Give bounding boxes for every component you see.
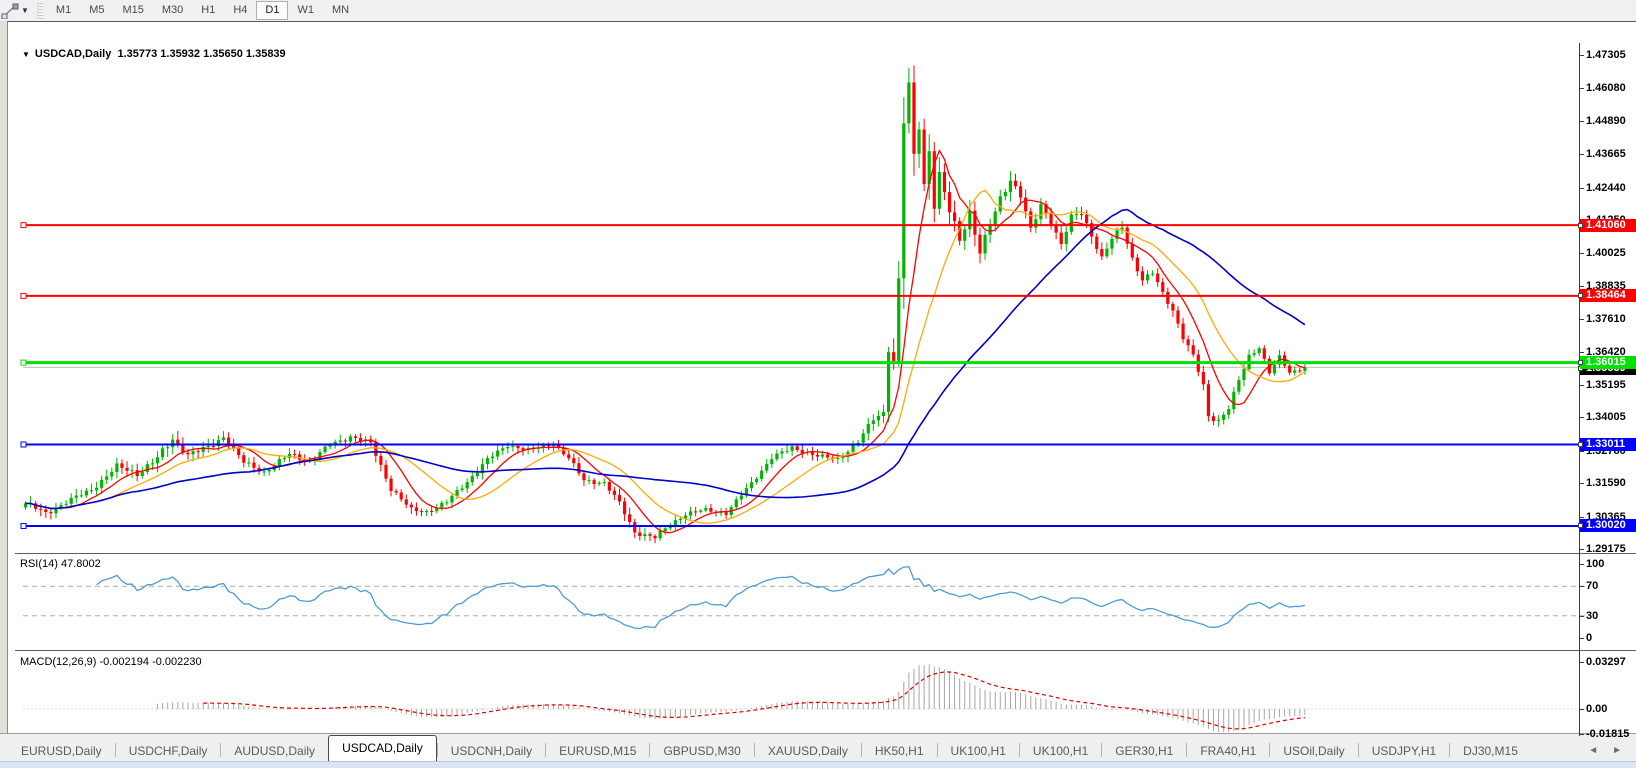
tab-fra40-h1[interactable]: FRA40,H1 bbox=[1187, 740, 1269, 762]
tab-uk100-h1[interactable]: UK100,H1 bbox=[1020, 740, 1101, 762]
macd-axis-label: 0.00 bbox=[1586, 703, 1608, 715]
tab-eurusd-daily[interactable]: EURUSD,Daily bbox=[8, 740, 115, 762]
rsi-axis-label: 100 bbox=[1586, 558, 1605, 570]
axis-tick bbox=[1579, 417, 1584, 418]
price-axis-label: 1.44890 bbox=[1586, 115, 1626, 127]
line-anchor-dot bbox=[1578, 293, 1583, 298]
line-anchor-dot bbox=[1578, 442, 1583, 447]
axis-tick bbox=[1579, 55, 1584, 56]
tabs-holder: EURUSD,Daily USDCHF,Daily AUDUSD,Daily USDC… bbox=[8, 735, 1531, 762]
rsi-label: RSI(14) 47.8002 bbox=[20, 558, 101, 570]
tab-usdjpy-h1[interactable]: USDJPY,H1 bbox=[1359, 740, 1449, 762]
timeframe-m30[interactable]: M30 bbox=[153, 1, 192, 20]
axis-tick bbox=[1579, 352, 1584, 353]
macd-axis-label: 0.03297 bbox=[1586, 656, 1626, 668]
status-bar bbox=[0, 761, 1636, 768]
tab-gbpusd-m30[interactable]: GBPUSD,M30 bbox=[650, 740, 753, 762]
axis-tick bbox=[1579, 319, 1584, 320]
tab-ger30-h1[interactable]: GER30,H1 bbox=[1102, 740, 1186, 762]
line-anchor-dot bbox=[1578, 523, 1583, 528]
axis-tick bbox=[1579, 483, 1584, 484]
tab-dj30-m15[interactable]: DJ30,M15 bbox=[1450, 740, 1531, 762]
tab-usdcad-daily[interactable]: USDCAD,Daily bbox=[328, 735, 437, 762]
tab-scroll-left-icon[interactable]: ◄ bbox=[1588, 745, 1598, 756]
rsi-axis-label: 30 bbox=[1586, 610, 1599, 622]
level-price-badge: 1.30020 bbox=[1578, 519, 1636, 532]
price-axis-label: 1.29175 bbox=[1586, 543, 1626, 555]
axis-tick bbox=[1579, 121, 1584, 122]
axis-tick bbox=[1579, 586, 1584, 587]
chart-window[interactable]: ▼ USDCAD,Daily 1.35773 1.35932 1.35650 1.… bbox=[7, 21, 1636, 761]
price-axis-label: 1.35195 bbox=[1586, 379, 1626, 391]
chart-title: ▼ USDCAD,Daily 1.35773 1.35932 1.35650 1.… bbox=[22, 48, 286, 60]
price-axis-label: 1.43665 bbox=[1586, 148, 1626, 160]
axis-tick bbox=[1579, 286, 1584, 287]
tab-xauusd-daily[interactable]: XAUUSD,Daily bbox=[755, 740, 861, 762]
timeframe-m1[interactable]: M1 bbox=[47, 1, 80, 20]
tab-uk100-h1[interactable]: UK100,H1 bbox=[938, 740, 1019, 762]
line-anchor-dot bbox=[1578, 360, 1583, 365]
chart-symbol: USDCAD,Daily bbox=[34, 48, 112, 60]
chart-dropdown-icon[interactable]: ▼ bbox=[22, 50, 30, 59]
axis-tick bbox=[1579, 385, 1584, 386]
tab-usoil-daily[interactable]: USOil,Daily bbox=[1270, 740, 1357, 762]
trading-platform-window: ▼ M1 M5 M15 M30 H1 H4 D1 W1 MN ▼ USDCAD,Daily 1.3… bbox=[0, 0, 1636, 768]
axis-tick bbox=[1579, 709, 1584, 710]
price-axis-label: 1.31590 bbox=[1586, 477, 1626, 489]
chart-ohlc-values: 1.35773 1.35932 1.35650 1.35839 bbox=[117, 48, 286, 60]
axis-tick bbox=[1579, 662, 1584, 663]
tab-audusd-daily[interactable]: AUDUSD,Daily bbox=[221, 740, 328, 762]
macd-label: MACD(12,26,9) -0.002194 -0.002230 bbox=[20, 656, 202, 668]
window-left-gutter bbox=[0, 21, 7, 768]
level-price-badge: 1.33011 bbox=[1578, 438, 1636, 451]
price-axis-label: 1.40025 bbox=[1586, 247, 1626, 259]
chart-tab-bar: EURUSD,Daily USDCHF,Daily AUDUSD,Daily USDC… bbox=[0, 733, 1636, 762]
timeframe-d1[interactable]: D1 bbox=[256, 1, 289, 20]
timeframe-buttons: M1 M5 M15 M30 H1 H4 D1 W1 MN bbox=[47, 1, 358, 20]
price-axis-label: 1.46080 bbox=[1586, 82, 1626, 94]
macd-indicator-pane[interactable] bbox=[15, 653, 1636, 737]
macd-canvas bbox=[23, 664, 1585, 733]
dropdown-caret-icon[interactable]: ▼ bbox=[21, 6, 29, 15]
axis-tick bbox=[1579, 188, 1584, 189]
price-axis-line bbox=[1579, 43, 1580, 736]
level-price-badge: 1.38464 bbox=[1578, 289, 1636, 302]
rsi-axis-label: 0 bbox=[1586, 632, 1593, 644]
axis-tick bbox=[1579, 154, 1584, 155]
axis-tick bbox=[1579, 88, 1584, 89]
axis-tick bbox=[1579, 564, 1584, 565]
axis-tick bbox=[1579, 253, 1584, 254]
timeframe-h4[interactable]: H4 bbox=[224, 1, 256, 20]
price-axis-label: 1.42440 bbox=[1586, 182, 1626, 194]
tab-eurusd-m15[interactable]: EURUSD,M15 bbox=[546, 740, 649, 762]
tab-scroll-controls: ◄ ► bbox=[1588, 745, 1622, 756]
timeframe-toolbar: ▼ M1 M5 M15 M30 H1 H4 D1 W1 MN bbox=[0, 0, 1636, 21]
price-axis-label: 1.34005 bbox=[1586, 411, 1626, 423]
level-price-badge: 1.41060 bbox=[1578, 219, 1636, 232]
axis-tick bbox=[1579, 517, 1584, 518]
axis-tick bbox=[1579, 451, 1584, 452]
tab-hk50-h1[interactable]: HK50,H1 bbox=[862, 740, 937, 762]
price-axis-label: 1.37610 bbox=[1586, 313, 1626, 325]
level-price-badge: 1.36015 bbox=[1578, 356, 1636, 369]
timeframe-mn[interactable]: MN bbox=[323, 1, 358, 20]
toolbar-grip[interactable] bbox=[36, 2, 43, 19]
axis-tick bbox=[1579, 616, 1584, 617]
timeframe-h1[interactable]: H1 bbox=[192, 1, 224, 20]
tab-usdchf-daily[interactable]: USDCHF,Daily bbox=[116, 740, 221, 762]
timeframe-w1[interactable]: W1 bbox=[288, 1, 323, 20]
rsi-axis-label: 70 bbox=[1586, 580, 1599, 592]
timeframe-m5[interactable]: M5 bbox=[80, 1, 113, 20]
line-studies-icon[interactable] bbox=[1, 3, 19, 19]
axis-tick bbox=[1579, 638, 1584, 639]
price-axis-label: 1.47305 bbox=[1586, 49, 1626, 61]
timeframe-m15[interactable]: M15 bbox=[113, 1, 152, 20]
line-anchor-dot bbox=[1578, 223, 1583, 228]
macd-axis-label: -0.01815 bbox=[1586, 728, 1630, 740]
axis-tick bbox=[1579, 734, 1584, 735]
axis-tick bbox=[1579, 549, 1584, 550]
tab-scroll-right-icon[interactable]: ► bbox=[1612, 745, 1622, 756]
tab-usdcnh-daily[interactable]: USDCNH,Daily bbox=[438, 740, 545, 762]
